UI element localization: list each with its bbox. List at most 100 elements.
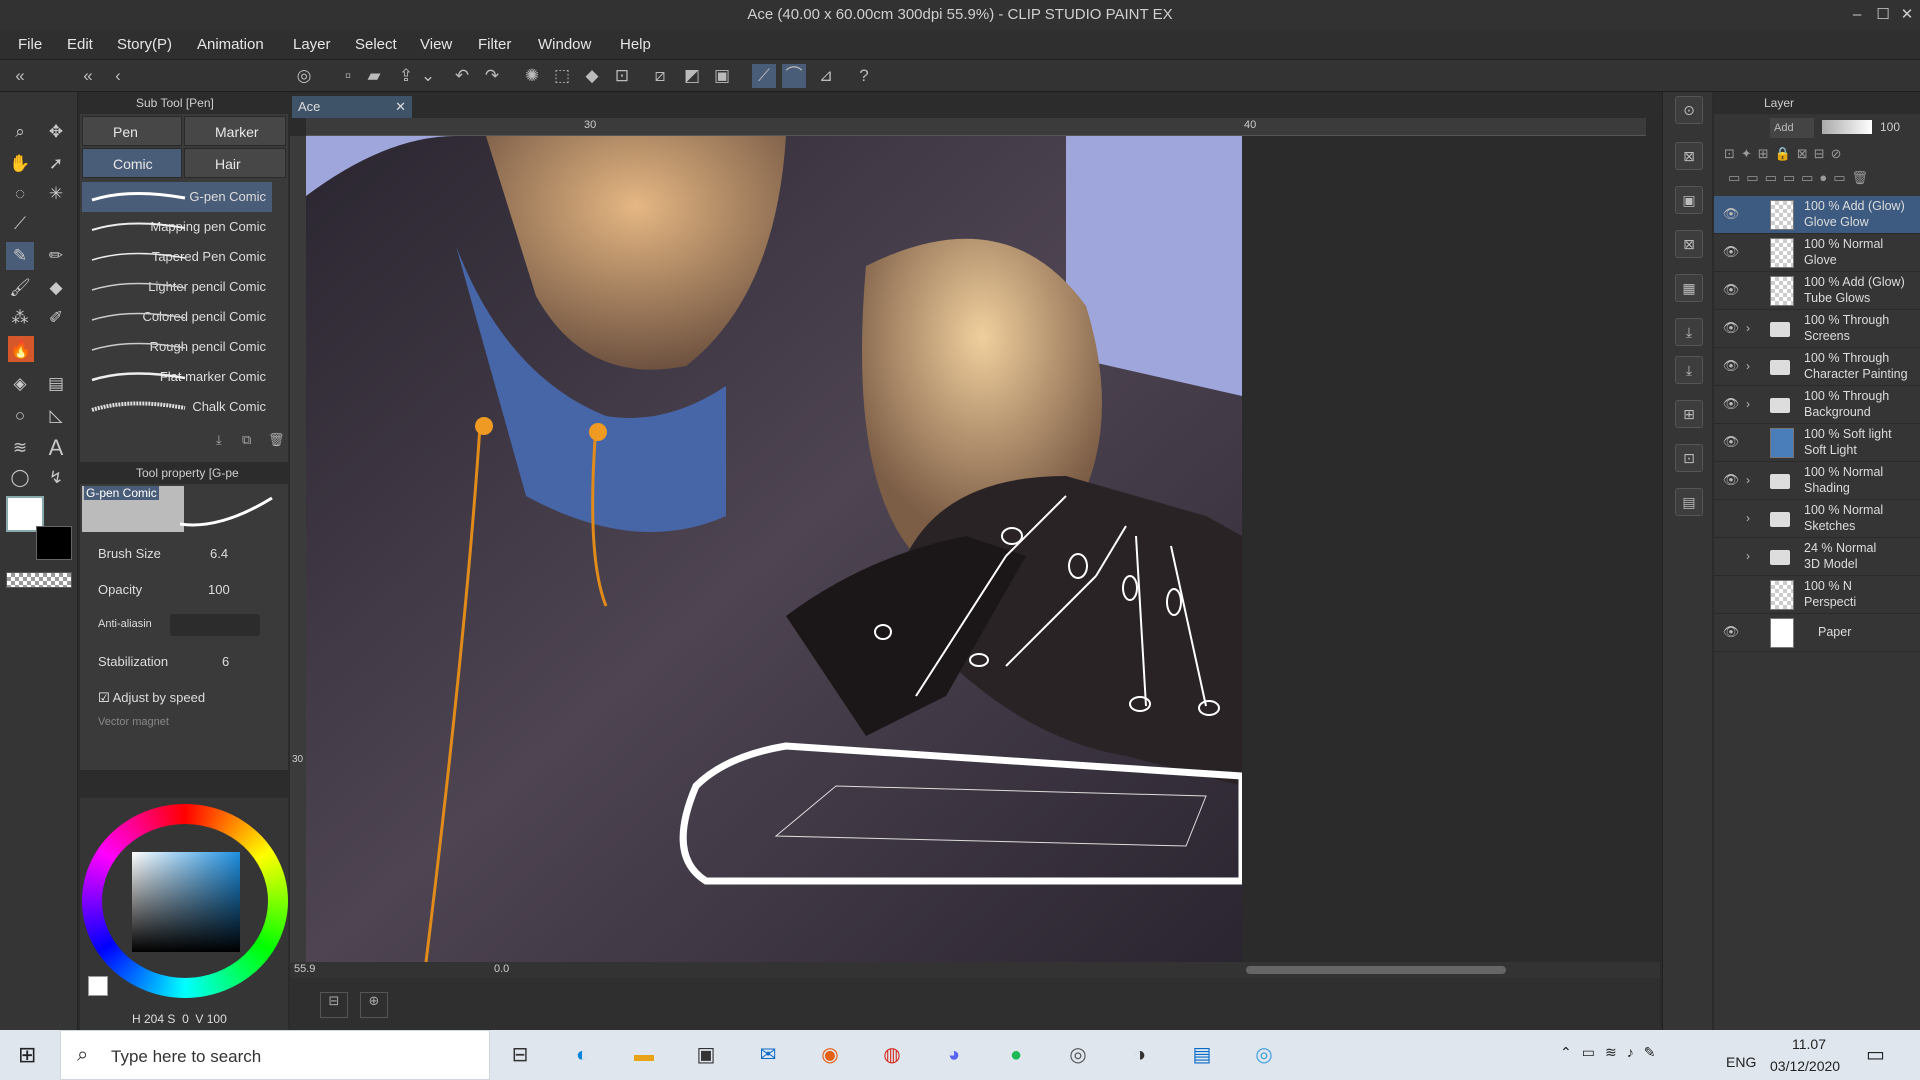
spotify-icon[interactable]: ● [1000,1040,1032,1070]
brush-g-pen-comic[interactable]: G-pen Comic [82,182,272,212]
app-icon-red[interactable]: ◍ [876,1040,908,1070]
lasso-icon[interactable]: ◌ [6,180,34,208]
notification-icon[interactable]: ▭ [1866,1042,1885,1067]
layer-toolbar-row-2[interactable]: ▭▭▭▭▭●▭🗑 [1714,166,1920,190]
eye-icon[interactable]: 👁 [1722,320,1740,336]
object-select-icon[interactable]: ➚ [42,150,70,178]
transparent-color-swatch[interactable] [6,572,72,588]
maximize-icon[interactable]: ☐ [1870,0,1896,30]
layer-row[interactable]: 👁 100 % Normal Glove [1714,234,1920,272]
panel-icon-9[interactable]: ⊡ [1675,444,1703,472]
brush-mapping-pen-comic[interactable]: Mapping pen Comic [82,212,272,242]
snap-grid-icon[interactable]: ⊿ [814,64,838,88]
move-icon[interactable]: ✥ [42,118,70,146]
system-tray-icons[interactable]: ⌃▭≋♪✎ [1560,1044,1665,1061]
magic-wand-icon[interactable]: ✳ [42,180,70,208]
expand-icon[interactable]: › [1746,321,1750,335]
opacity-row[interactable]: Opacity 100 [98,582,278,597]
snap-ruler-icon[interactable]: ⟋ [752,64,776,88]
tab-hair-brush[interactable]: Hair Brushe [184,148,286,202]
crop-icon[interactable]: ▣ [710,64,734,88]
brush-flat-marker-comic[interactable]: Flat marker Comic [82,362,272,392]
layer-row[interactable]: 👁 › 100 % Through Screens [1714,310,1920,348]
tab-comic-brush[interactable]: Comic Brus [82,148,182,202]
menu-edit[interactable]: Edit [67,30,93,60]
panel-icon-10[interactable]: ▤ [1675,488,1703,516]
adjust-by-speed-row[interactable]: ☑ Adjust by speed [98,690,278,706]
snap-special-icon[interactable]: ⌒ [782,64,806,88]
chevron-left-icon[interactable]: ‹ [106,64,130,88]
firefox-icon[interactable]: ◉ [814,1040,846,1070]
layer-row[interactable]: 👁 100 % Soft light Soft Light [1714,424,1920,462]
document-icon[interactable]: ▤ [1186,1040,1218,1070]
expand-icon[interactable]: › [1746,549,1750,563]
menu-help[interactable]: Help [620,30,651,60]
transform-icon[interactable]: ⊡ [610,64,634,88]
brush-colored-pencil-comic[interactable]: Colored pencil Comic [82,302,272,332]
app-icon-circle[interactable]: ◎ [1248,1040,1280,1070]
expand-icon[interactable]: › [1746,359,1750,373]
layer-row[interactable]: 👁 › 100 % Normal Shading [1714,462,1920,500]
clip-studio-paint-icon[interactable]: ◑ [1124,1040,1156,1070]
brush-lighter-pencil-comic[interactable]: Lighter pencil Comic [82,272,272,302]
selection-icon[interactable]: ⬚ [550,64,574,88]
clip-studio-icon-taskbar[interactable]: ◎ [1062,1040,1094,1070]
menu-filter[interactable]: Filter [478,30,511,60]
panel-icon-4[interactable]: ⊠ [1675,230,1703,258]
vector-magnet-row[interactable]: Vector magnet [98,716,278,728]
horizontal-scrollbar[interactable] [1246,966,1506,974]
angle-readout[interactable]: 0.0 [494,963,509,975]
mail-icon[interactable]: ✉ [752,1040,784,1070]
layer-row[interactable]: 100 % N Perspecti [1714,576,1920,614]
brush-icon[interactable]: 🖌 [6,274,34,302]
eye-icon[interactable]: 👁 [1722,434,1740,450]
edge-icon[interactable]: ◐ [566,1040,598,1070]
pen-icon[interactable]: ✎ [6,242,34,270]
tab-ace[interactable]: Ace ✕ [292,96,412,118]
taskbar-search-box[interactable]: ⌕ Type here to search [60,1030,490,1080]
eye-icon[interactable] [1722,510,1740,526]
tab-pen[interactable]: Pen [82,116,182,146]
navigator-panel-icon[interactable]: ⊙ [1675,96,1703,124]
saturation-value-square[interactable] [132,852,240,952]
stabilization-row[interactable]: Stabilization 6 [98,654,278,669]
blend-icon[interactable]: 🔥 [8,336,34,362]
sub-color-swatch[interactable] [36,526,72,560]
panel-icon-6[interactable]: ⤓ [1675,318,1703,346]
frame-icon[interactable]: ◺ [42,402,70,430]
frame-panel-icon[interactable]: ⊟ [320,992,348,1018]
ruler-icon[interactable]: ≋ [6,434,34,462]
clock-time[interactable]: 11.07 [1792,1036,1826,1052]
brush-rough-pencil-comic[interactable]: Rough pencil Comic [82,332,272,362]
fill-icon[interactable]: ◆ [580,64,604,88]
layer-row[interactable]: 👁 100 % Add (Glow) Tube Glows [1714,272,1920,310]
close-tab-icon[interactable]: ✕ [395,96,406,118]
tab-marker[interactable]: Marker [184,116,286,146]
menu-window[interactable]: Window [538,30,591,60]
panel-icon-2[interactable]: ⊠ [1675,142,1703,170]
panel-icon-5[interactable]: ▦ [1675,274,1703,302]
eye-icon[interactable]: 👁 [1722,358,1740,374]
new-file-icon[interactable]: ▫ [336,64,360,88]
undo-icon[interactable]: ↶ [450,64,474,88]
blend-mode-select[interactable]: Add [1770,118,1814,138]
clip-studio-icon[interactable]: ◎ [292,64,316,88]
layer-opacity-value[interactable]: 100 [1880,120,1900,134]
layer-row[interactable]: › 100 % Normal Sketches [1714,500,1920,538]
expand-icon[interactable]: › [1746,397,1750,411]
chevron-down-icon[interactable]: ⌄ [416,64,440,88]
layer-row[interactable]: › 24 % Normal 3D Model [1714,538,1920,576]
eye-icon[interactable]: 👁 [1722,244,1740,260]
deselect-icon[interactable]: ⧄ [648,64,672,88]
close-icon[interactable]: ✕ [1894,0,1920,30]
eye-icon[interactable]: 👁 [1722,396,1740,412]
redo-icon[interactable]: ↷ [480,64,504,88]
menu-file[interactable]: File [18,30,42,60]
eraser-icon[interactable]: ◆ [42,274,70,302]
trash-icon[interactable]: 🗑 [268,432,285,448]
pencil-icon[interactable]: ✏ [42,242,70,270]
eye-icon[interactable]: 👁 [1722,206,1740,222]
menu-select[interactable]: Select [355,30,397,60]
file-explorer-icon[interactable]: ▬ [628,1040,660,1070]
invert-icon[interactable]: ◩ [680,64,704,88]
